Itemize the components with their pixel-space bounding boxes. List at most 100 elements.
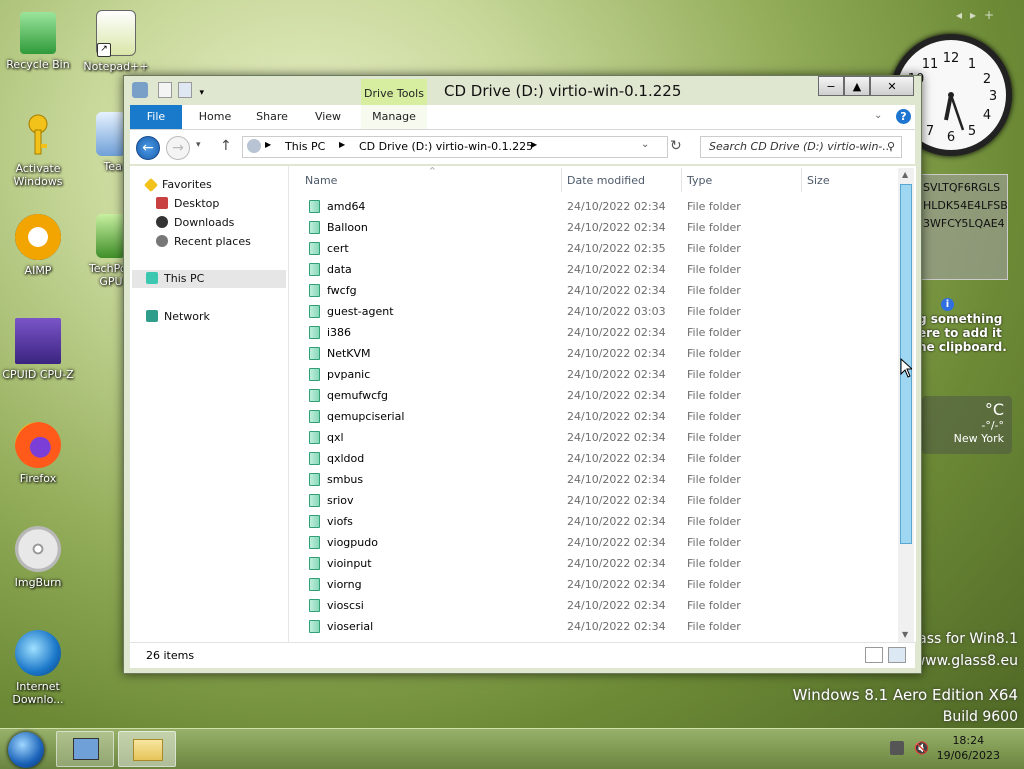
shortcut-arrow-icon: ↗ [97, 43, 111, 57]
desktop-icon-internet-download[interactable]: Internet Downlo... [0, 630, 78, 706]
table-row[interactable]: NetKVM 24/10/2022 02:34 File folder [289, 343, 899, 364]
nav-network[interactable]: Network [146, 308, 210, 326]
table-row[interactable]: viorng 24/10/2022 02:34 File folder [289, 574, 899, 595]
forward-button[interactable]: → [166, 136, 190, 160]
table-row[interactable]: amd64 24/10/2022 02:34 File folder [289, 196, 899, 217]
desktop-icon-imgburn[interactable]: ImgBurn [0, 526, 78, 589]
help-icon[interactable]: ? [896, 109, 911, 124]
ribbon-expand-icon[interactable]: ⌄ [874, 110, 882, 121]
search-input[interactable]: Search CD Drive (D:) virtio-win-... ⚲ [700, 136, 902, 158]
table-row[interactable]: fwcfg 24/10/2022 02:34 File folder [289, 280, 899, 301]
table-row[interactable]: Balloon 24/10/2022 02:34 File folder [289, 217, 899, 238]
maximize-button[interactable]: ▲ [844, 76, 870, 96]
address-dropdown-icon[interactable]: ⌄ [641, 139, 649, 150]
weather-unit: °C [984, 400, 1004, 419]
desktop-icon-aimp[interactable]: AIMP [0, 214, 78, 277]
properties-icon[interactable] [132, 82, 148, 98]
address-box[interactable]: ▶ This PC ▶ CD Drive (D:) virtio-win-0.1… [242, 136, 668, 158]
recent-locations-dropdown-icon[interactable]: ▾ [196, 140, 201, 150]
taskbar-app-explorer[interactable] [118, 731, 176, 767]
explorer-window[interactable]: ▾ Drive Tools CD Drive (D:) virtio-win-0… [123, 75, 922, 674]
tab-view[interactable]: View [308, 105, 348, 129]
tab-manage[interactable]: Manage [361, 105, 427, 129]
desktop-icon-activate-windows[interactable]: Activate Windows [0, 112, 78, 188]
desktop-icon-recycle-bin[interactable]: Recycle Bin [0, 12, 78, 71]
nav-desktop[interactable]: Desktop [156, 195, 219, 213]
table-row[interactable]: vioscsi 24/10/2022 02:34 File folder [289, 595, 899, 616]
nav-this-pc[interactable]: This PC [132, 270, 286, 288]
table-row[interactable]: viogpudo 24/10/2022 02:34 File folder [289, 532, 899, 553]
table-row[interactable]: pvpanic 24/10/2022 02:34 File folder [289, 364, 899, 385]
tab-file[interactable]: File [130, 105, 182, 129]
table-row[interactable]: i386 24/10/2022 02:34 File folder [289, 322, 899, 343]
weather-gadget[interactable]: °C -°/-° New York [922, 396, 1012, 454]
breadcrumb-this-pc[interactable]: This PC [285, 140, 325, 153]
file-type: File folder [687, 410, 741, 423]
file-type: File folder [687, 305, 741, 318]
folder-quick-icon[interactable] [177, 82, 192, 98]
details-view-icon[interactable] [865, 647, 883, 663]
quick-access-dropdown-icon[interactable]: ▾ [199, 88, 204, 98]
scroll-up-icon[interactable]: ▲ [902, 170, 908, 179]
new-item-icon[interactable] [157, 82, 172, 98]
quick-access-icons[interactable]: ▾ [132, 82, 204, 101]
table-row[interactable]: cert 24/10/2022 02:35 File folder [289, 238, 899, 259]
close-button[interactable]: ✕ [870, 76, 914, 96]
nav-recent-places[interactable]: Recent places [156, 233, 251, 251]
nav-label: Network [164, 310, 210, 323]
back-button[interactable]: ← [136, 136, 160, 160]
refresh-icon[interactable]: ↻ [670, 138, 682, 154]
table-row[interactable]: qxl 24/10/2022 02:34 File folder [289, 427, 899, 448]
brand-line: www.glass8.eu [913, 653, 1018, 669]
computer-icon [146, 272, 158, 284]
chevron-right-icon[interactable]: ▶ [531, 140, 537, 149]
nav-downloads[interactable]: Downloads [156, 214, 234, 232]
gadget-nav-icons[interactable]: ◂▸+ [956, 8, 1002, 22]
folder-icon [309, 473, 320, 486]
volume-muted-icon[interactable]: 🔇 [914, 741, 929, 755]
column-size[interactable]: Size [807, 172, 830, 190]
folder-icon [309, 242, 320, 255]
table-row[interactable]: qxldod 24/10/2022 02:34 File folder [289, 448, 899, 469]
chevron-right-icon[interactable]: ▶ [265, 140, 271, 149]
column-name[interactable]: Name [305, 172, 337, 190]
brand-line: Build 9600 [942, 709, 1018, 725]
large-icons-view-icon[interactable] [888, 647, 906, 663]
desktop-icon-cpuz[interactable]: CPUID CPU-Z [0, 318, 78, 381]
taskbar-app-remote[interactable] [56, 731, 114, 767]
tray-clock[interactable]: 18:24 19/06/2023 [937, 733, 1000, 763]
chevron-right-icon[interactable]: ▶ [339, 140, 345, 149]
weather-city: New York [953, 432, 1004, 445]
clipboard-gadget[interactable]: SVLTQF6RGLS HLDK54E4LFSB 3WFCY5LQAE4 [918, 174, 1008, 280]
network-icon [146, 310, 158, 322]
table-row[interactable]: viofs 24/10/2022 02:34 File folder [289, 511, 899, 532]
tab-home[interactable]: Home [194, 105, 236, 129]
up-button[interactable]: ↑ [220, 138, 232, 154]
column-date-modified[interactable]: Date modified [567, 172, 645, 190]
file-date: 24/10/2022 02:34 [567, 599, 666, 612]
table-row[interactable]: smbus 24/10/2022 02:34 File folder [289, 469, 899, 490]
table-row[interactable]: data 24/10/2022 02:34 File folder [289, 259, 899, 280]
folder-icon [309, 347, 320, 360]
file-name: data [327, 263, 352, 276]
table-row[interactable]: sriov 24/10/2022 02:34 File folder [289, 490, 899, 511]
desktop-icon-label: Activate Windows [13, 162, 63, 188]
minimize-button[interactable]: − [818, 76, 844, 96]
tab-share[interactable]: Share [250, 105, 294, 129]
table-row[interactable]: qemupciserial 24/10/2022 02:34 File folder [289, 406, 899, 427]
desktop-icon-notepadpp[interactable]: ↗ Notepad++ [76, 10, 156, 73]
desktop-icon-firefox[interactable]: Firefox [0, 422, 78, 485]
network-tray-icon[interactable] [890, 741, 904, 755]
table-row[interactable]: vioserial 24/10/2022 02:34 File folder [289, 616, 899, 637]
table-row[interactable]: qemufwcfg 24/10/2022 02:34 File folder [289, 385, 899, 406]
breadcrumb-current[interactable]: CD Drive (D:) virtio-win-0.1.225 [359, 140, 533, 153]
scroll-down-icon[interactable]: ▼ [902, 630, 908, 639]
start-button[interactable] [8, 732, 44, 768]
column-type[interactable]: Type [687, 172, 712, 190]
table-row[interactable]: guest-agent 24/10/2022 03:03 File folder [289, 301, 899, 322]
nav-favorites[interactable]: Favorites [143, 176, 212, 194]
title-bar[interactable]: ▾ Drive Tools CD Drive (D:) virtio-win-0… [124, 76, 921, 106]
vertical-scrollbar[interactable]: ▲ ▼ [898, 168, 914, 642]
tray-date: 19/06/2023 [936, 749, 1000, 762]
table-row[interactable]: vioinput 24/10/2022 02:34 File folder [289, 553, 899, 574]
